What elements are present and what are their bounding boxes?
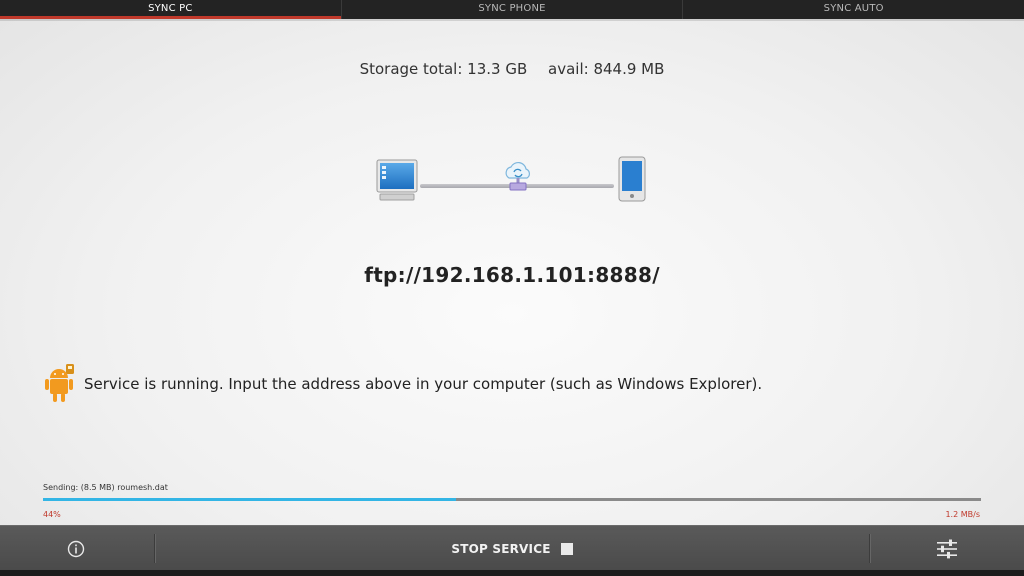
- settings-sliders-icon: [937, 539, 957, 558]
- bottom-action-bar: STOP SERVICE: [0, 525, 1024, 570]
- status-message: Service is running. Input the address ab…: [84, 375, 763, 393]
- sync-app: SYNC PC SYNC PHONE SYNC AUTO Storage tot…: [0, 0, 1024, 570]
- android-lock-icon: [45, 364, 74, 402]
- ftp-address: ftp://192.168.1.101:8888/: [364, 263, 660, 287]
- info-button[interactable]: [56, 526, 96, 570]
- tab-shadow: [0, 19, 1024, 21]
- stop-service-label: STOP SERVICE: [451, 541, 551, 556]
- bar-divider: [154, 534, 155, 563]
- phone-icon: [618, 156, 646, 202]
- stop-square-icon: [560, 542, 573, 555]
- storage-total: Storage total: 13.3 GB: [359, 60, 528, 78]
- tab-sync-auto[interactable]: SYNC AUTO: [683, 0, 1024, 19]
- service-status: Service is running. Input the address ab…: [44, 364, 762, 404]
- computer-icon: [376, 159, 418, 201]
- storage-available: avail: 844.9 MB: [548, 60, 665, 78]
- tab-bar: SYNC PC SYNC PHONE SYNC AUTO: [0, 0, 1024, 19]
- transfer-speed: 1.2 MB/s: [945, 510, 980, 519]
- transfer-progress-bar: [43, 498, 981, 501]
- bar-divider: [869, 534, 870, 563]
- connection-diagram: [370, 152, 660, 208]
- info-icon: [67, 540, 85, 557]
- settings-button[interactable]: [926, 526, 968, 570]
- tab-sync-pc[interactable]: SYNC PC: [0, 0, 342, 19]
- tab-sync-phone[interactable]: SYNC PHONE: [342, 0, 684, 19]
- cloud-sync-icon: [505, 161, 530, 191]
- progress-fill: [43, 498, 456, 501]
- stop-service-button[interactable]: STOP SERVICE: [440, 526, 584, 570]
- storage-info: Storage total: 13.3 GB avail: 844.9 MB: [0, 60, 1024, 78]
- sending-file-label: Sending: (8.5 MB) roumesh.dat: [43, 483, 168, 492]
- progress-percent: 44%: [43, 510, 61, 519]
